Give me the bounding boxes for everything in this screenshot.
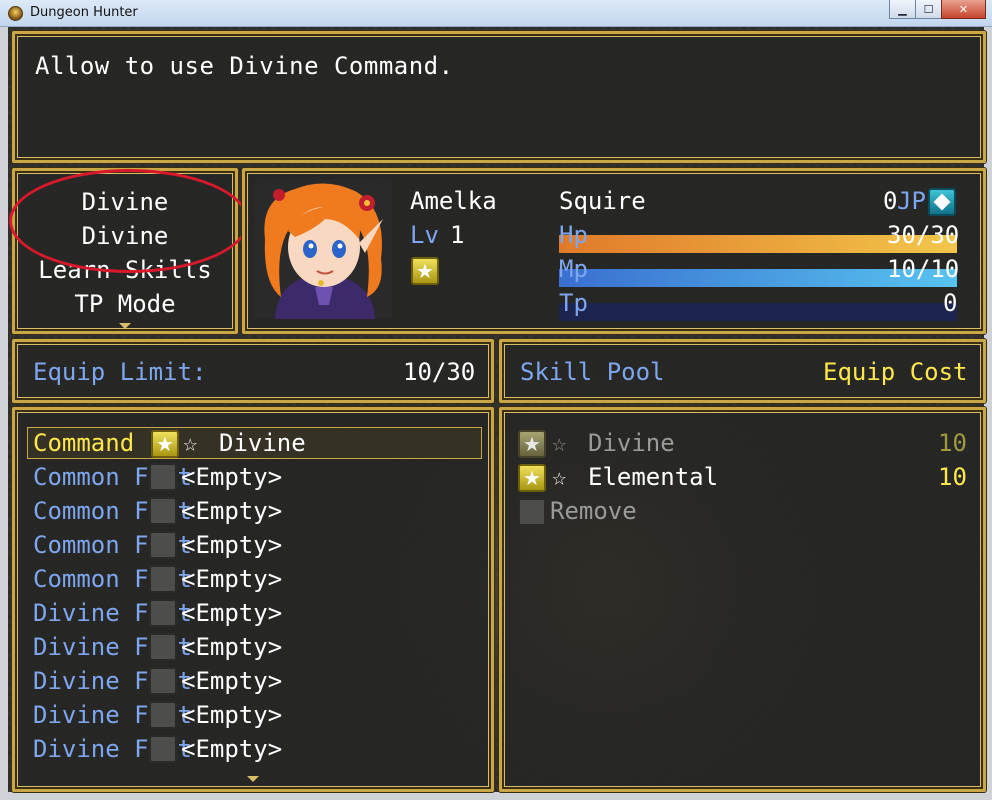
app-icon — [8, 6, 23, 21]
level-value: 1 — [450, 221, 465, 249]
slot-value: Divine — [219, 429, 306, 457]
outline-star-icon: ☆ — [183, 429, 198, 457]
empty-slot-icon — [518, 498, 546, 526]
actor-class: Squire — [559, 187, 646, 215]
scroll-down-arrow-icon[interactable] — [119, 323, 131, 329]
empty-slot-icon — [149, 735, 177, 763]
equip-slots-window: Command ★ ☆ Divine Common Feat <Empty> C… — [12, 407, 494, 792]
jp-label: JP — [897, 187, 926, 215]
equip-cost-label: Equip Cost — [823, 358, 968, 386]
slot-value: <Empty> — [181, 735, 283, 763]
star-badge-icon: ★ — [518, 464, 546, 492]
scroll-down-arrow-icon[interactable] — [247, 776, 259, 782]
slot-row-command[interactable]: Command ★ ☆ Divine — [15, 427, 491, 461]
star-badge-icon: ★ — [411, 257, 439, 285]
skill-name: Elemental — [588, 463, 719, 491]
jp-gem-icon — [928, 188, 956, 216]
empty-slot-icon — [149, 701, 177, 729]
star-badge-icon: ★ — [518, 430, 546, 458]
skill-cost: 10 — [938, 429, 967, 457]
help-window: Allow to use Divine Command. — [12, 31, 986, 163]
slot-value: <Empty> — [181, 667, 283, 695]
slot-value: <Empty> — [181, 701, 283, 729]
tp-gauge — [559, 303, 957, 321]
skill-cost: 10 — [938, 463, 967, 491]
skill-name: Remove — [550, 497, 637, 525]
skill-row-divine[interactable]: ★ ☆ Divine 10 — [502, 427, 983, 461]
window-frame-left — [0, 27, 8, 800]
title-bar: Dungeon Hunter ▁ ☐ ✕ — [0, 0, 992, 27]
outline-star-icon: ☆ — [552, 429, 567, 457]
slot-value: <Empty> — [181, 633, 283, 661]
actor-name: Amelka — [410, 187, 497, 215]
equip-limit-value: 10/30 — [403, 358, 476, 386]
skill-pool-header-window: Skill Pool Equip Cost — [499, 339, 986, 403]
slot-value: <Empty> — [181, 497, 283, 525]
skill-pool-label: Skill Pool — [520, 358, 665, 386]
skill-pool-window: ★ ☆ Divine 10 ★ ☆ Elemental 10 Remove — [499, 407, 986, 792]
actor-face-image — [255, 179, 392, 319]
status-window: Amelka Lv 1 ★ Squire 0 JP Hp 30/30 Mp 10… — [242, 168, 986, 334]
slot-value: <Empty> — [181, 599, 283, 627]
slot-row[interactable]: Common Feat <Empty> — [15, 529, 491, 563]
slot-row[interactable]: Common Feat <Empty> — [15, 461, 491, 495]
window-title: Dungeon Hunter — [30, 5, 138, 20]
slot-value: <Empty> — [181, 463, 283, 491]
level-label: Lv — [410, 221, 439, 249]
slot-row[interactable]: Divine Feat <Empty> — [15, 699, 491, 733]
slot-row[interactable]: Divine Feat <Empty> — [15, 631, 491, 665]
outline-star-icon: ☆ — [552, 463, 567, 491]
red-annotation-ellipse — [9, 169, 249, 273]
minimize-button[interactable]: ▁ — [889, 0, 916, 19]
equip-limit-label: Equip Limit: — [33, 358, 207, 386]
command-item-tp-mode[interactable]: TP Mode — [15, 290, 235, 318]
slot-row[interactable]: Common Feat <Empty> — [15, 563, 491, 597]
slot-row[interactable]: Divine Feat <Empty> — [15, 733, 491, 767]
close-button[interactable]: ✕ — [941, 0, 986, 19]
maximize-button[interactable]: ☐ — [915, 0, 942, 19]
skill-name: Divine — [588, 429, 675, 457]
window-controls: ▁ ☐ ✕ — [889, 0, 986, 19]
skill-row-elemental[interactable]: ★ ☆ Elemental 10 — [502, 461, 983, 495]
mp-label: Mp — [559, 255, 588, 283]
hp-label: Hp — [559, 221, 588, 249]
mp-value: 10/10 — [887, 255, 960, 283]
empty-slot-icon — [149, 667, 177, 695]
window-frame-bottom — [0, 792, 992, 800]
actor-portrait — [255, 179, 392, 319]
slot-row[interactable]: Common Feat <Empty> — [15, 495, 491, 529]
skill-row-remove[interactable]: Remove — [502, 495, 983, 529]
slot-row[interactable]: Divine Feat <Empty> — [15, 597, 491, 631]
empty-slot-icon — [149, 599, 177, 627]
tp-label: Tp — [559, 289, 588, 317]
empty-slot-icon — [149, 565, 177, 593]
equip-limit-window: Equip Limit: 10/30 — [12, 339, 494, 403]
jp-value: 0 — [883, 187, 898, 215]
slot-value: <Empty> — [181, 565, 283, 593]
empty-slot-icon — [149, 633, 177, 661]
slot-row[interactable]: Divine Feat <Empty> — [15, 665, 491, 699]
empty-slot-icon — [149, 463, 177, 491]
tp-value: 0 — [943, 289, 958, 317]
help-text: Allow to use Divine Command. — [35, 52, 454, 80]
star-badge-icon: ★ — [151, 430, 179, 458]
slot-label: Command — [33, 429, 135, 457]
empty-slot-icon — [149, 497, 177, 525]
empty-slot-icon — [149, 531, 177, 559]
hp-value: 30/30 — [887, 221, 960, 249]
slot-value: <Empty> — [181, 531, 283, 559]
